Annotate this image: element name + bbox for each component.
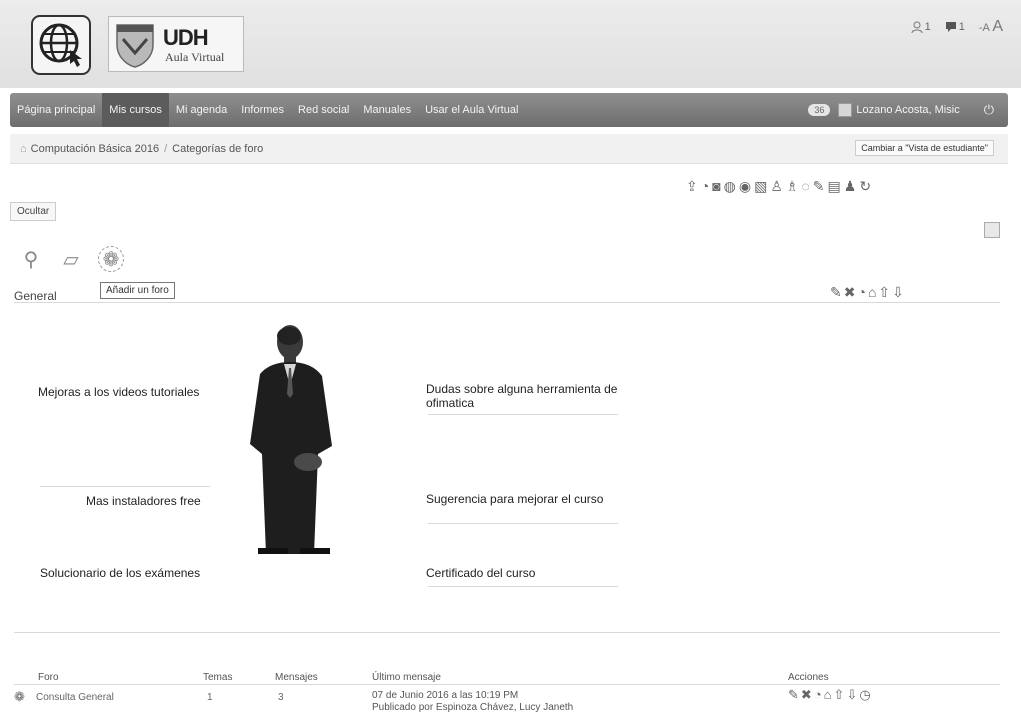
presenter-image <box>250 325 332 554</box>
notifications-indicator[interactable]: 1 <box>945 21 965 33</box>
forum-title-suggestions[interactable]: Sugerencia para mejorar el curso <box>426 492 603 506</box>
visibility-icon[interactable]: ◔ <box>857 284 867 300</box>
search-icon[interactable]: ⚲ <box>18 246 44 272</box>
table-divider <box>14 632 1000 633</box>
add-forum-icon[interactable]: ❁ <box>98 246 124 272</box>
main-navbar: Página principal Mis cursos Mi agenda In… <box>10 93 1008 127</box>
avatar[interactable] <box>838 103 853 117</box>
power-icon[interactable]: ⏻ <box>984 102 994 118</box>
last-message-author[interactable]: Publicado por Espinoza Chávez, Lucy Jane… <box>372 702 573 714</box>
grid-view-icon[interactable] <box>984 222 1000 238</box>
nav-reports[interactable]: Informes <box>234 93 291 127</box>
move-up-icon[interactable]: ⇧ <box>834 687 847 702</box>
font-small-button[interactable]: A <box>983 22 990 34</box>
user-name[interactable]: Lozano Acosta, Misic <box>856 104 959 116</box>
forum-underline <box>428 414 618 415</box>
forum-underline <box>428 586 618 587</box>
table-cell-last-message: 07 de Junio 2016 a las 10:19 PM Publicad… <box>372 690 573 714</box>
upload-icon[interactable]: ⇪ <box>686 178 698 195</box>
pencil-icon[interactable]: ✎ <box>813 178 825 195</box>
section-divider <box>14 302 1000 303</box>
chat-bubble-icon[interactable]: ◔ <box>701 178 709 195</box>
users-icon[interactable]: ♙ <box>770 178 783 195</box>
add-category-icon[interactable]: ▱ <box>58 246 84 272</box>
move-down-icon[interactable]: ⇩ <box>846 687 859 702</box>
forum-underline <box>428 523 618 524</box>
nav-manuals[interactable]: Manuales <box>356 93 418 127</box>
home-icon[interactable]: ⌂ <box>20 143 27 155</box>
calendar-icon[interactable]: ▤ <box>828 178 841 195</box>
shield-crest-icon <box>116 24 154 68</box>
move-down-icon[interactable]: ⇩ <box>892 284 906 300</box>
table-cell-forum[interactable]: Consulta General <box>36 692 114 703</box>
add-forum-tooltip: Añadir un foro <box>100 282 175 299</box>
nav-home[interactable]: Página principal <box>10 93 102 127</box>
nav-my-courses[interactable]: Mis cursos <box>102 93 169 127</box>
udh-logo[interactable]: UDH Aula Virtual <box>108 16 244 72</box>
book-icon[interactable]: ▧ <box>754 178 767 195</box>
site-header: UDH Aula Virtual 1 1 -A A <box>0 0 1021 88</box>
speech-icon[interactable]: ◌ <box>801 178 809 195</box>
nav-social[interactable]: Red social <box>291 93 356 127</box>
message-badge[interactable]: 36 <box>808 104 831 116</box>
mask-icon[interactable]: ◉ <box>739 178 751 195</box>
forum-title-certificate[interactable]: Certificado del curso <box>426 566 535 580</box>
lock-icon[interactable]: ⌂ <box>868 284 878 300</box>
udh-logo-text: UDH <box>163 25 209 50</box>
forum-title-videos[interactable]: Mejoras a los videos tutoriales <box>38 385 199 399</box>
lock-icon[interactable]: ⌂ <box>824 687 834 702</box>
student-view-button[interactable]: Cambiar a "Vista de estudiante" <box>855 140 994 156</box>
messages-count: 1 <box>924 21 931 33</box>
forum-title-exams[interactable]: Solucionario de los exámenes <box>40 566 200 580</box>
forum-title-installers[interactable]: Mas instaladores free <box>86 494 201 508</box>
row-actions: ✎✖◔⌂⇧⇩◷ <box>788 687 873 703</box>
forum-row-icon: ❁ <box>14 689 25 704</box>
document-icon[interactable]: ◙ <box>712 178 720 195</box>
people-icon[interactable]: ♟ <box>844 178 857 195</box>
visibility-icon[interactable]: ◔ <box>814 687 824 702</box>
column-header-messages: Mensajes <box>275 672 318 683</box>
forum-title-ofimatica[interactable]: Dudas sobre alguna herramienta de ofimat… <box>426 382 626 410</box>
aula-virtual-text: Aula Virtual <box>165 50 225 64</box>
last-message-date: 07 de Junio 2016 a las 10:19 PM <box>372 690 519 701</box>
column-header-last-message: Último mensaje <box>372 672 441 683</box>
section-actions: ✎✖◔⌂⇧⇩ <box>830 284 906 301</box>
edit-icon[interactable]: ✎ <box>830 284 844 300</box>
header-tools: 1 1 -A A <box>911 18 1003 36</box>
section-title: General <box>14 289 57 303</box>
column-header-forum: Foro <box>38 672 59 683</box>
chat-icon <box>945 22 956 32</box>
breadcrumb-separator: / <box>164 142 168 155</box>
table-cell-messages: 3 <box>278 692 284 703</box>
nav-agenda[interactable]: Mi agenda <box>169 93 234 127</box>
course-tool-icons: ⇪ ◔ ◙ ◍ ◉ ▧ ♙ ♗ ◌ ✎ ▤ ♟ ↻ <box>686 178 871 195</box>
messages-indicator[interactable]: 1 <box>911 21 931 33</box>
breadcrumb-page: Categorías de foro <box>172 142 264 155</box>
refresh-icon[interactable]: ↻ <box>859 178 871 195</box>
group-icon[interactable]: ♗ <box>786 178 799 195</box>
breadcrumb-course[interactable]: Computación Básica 2016 <box>31 143 159 155</box>
notifications-count: 1 <box>958 21 965 33</box>
hide-button[interactable]: Ocultar <box>10 202 57 221</box>
forum-underline <box>40 486 210 487</box>
move-up-icon[interactable]: ⇧ <box>878 284 892 300</box>
column-header-topics: Temas <box>203 672 233 683</box>
delete-icon[interactable]: ✖ <box>844 284 858 300</box>
edit-icon[interactable]: ✎ <box>788 687 801 702</box>
font-large-button[interactable]: A <box>992 18 1003 35</box>
breadcrumb: ⌂ Computación Básica 2016 / Categorías d… <box>10 134 1008 164</box>
nav-use-aula[interactable]: Usar el Aula Virtual <box>418 93 525 127</box>
forum-action-row: ⚲ ▱ ❁ <box>18 246 124 272</box>
column-header-actions: Acciones <box>788 672 829 683</box>
delete-icon[interactable]: ✖ <box>801 687 814 702</box>
table-header-divider <box>14 684 1000 685</box>
timer-icon[interactable]: ◷ <box>859 687 872 702</box>
globe-icon[interactable]: ◍ <box>724 178 736 195</box>
font-size-controls[interactable]: -A A <box>979 18 1003 36</box>
table-cell-topics: 1 <box>207 692 213 703</box>
globe-logo-icon[interactable] <box>30 14 92 76</box>
user-icon <box>911 21 923 33</box>
